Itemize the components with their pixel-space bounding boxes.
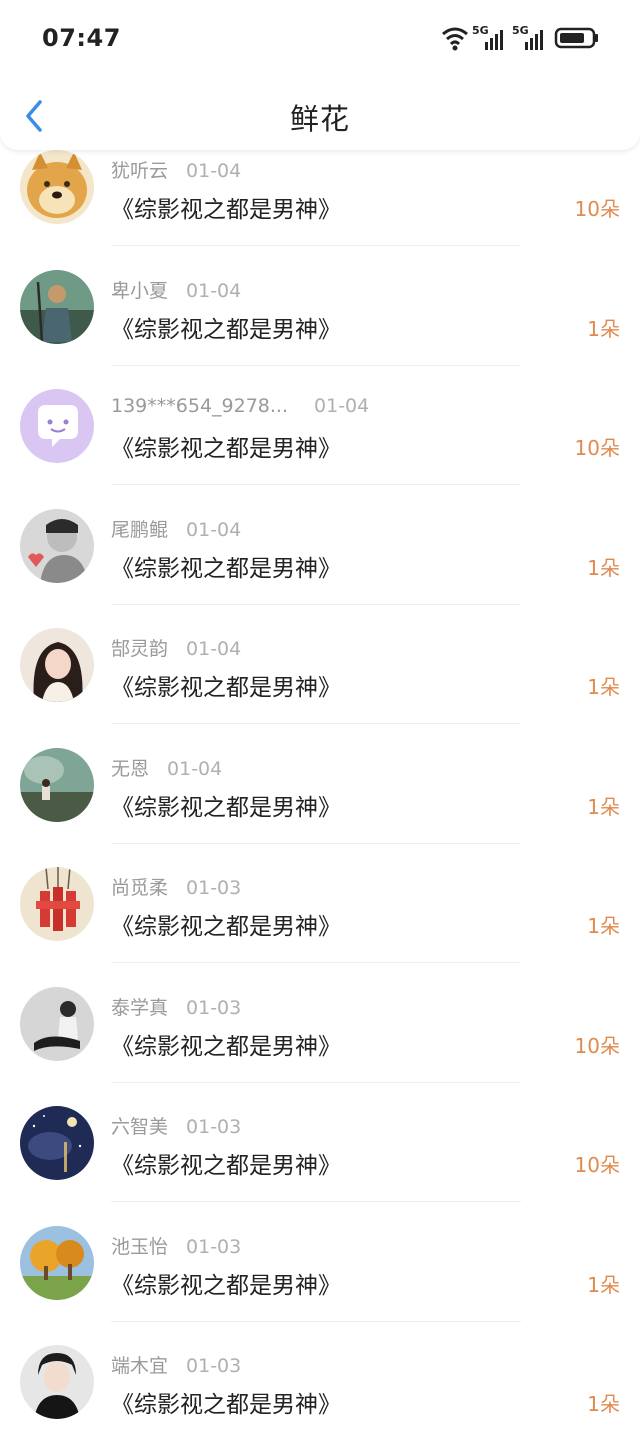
girl-avatar-icon xyxy=(20,628,94,702)
sender-name: 卑小夏 xyxy=(111,279,169,302)
sender-name: 139***654_9278... xyxy=(111,395,289,417)
gift-date: 01-04 xyxy=(314,395,370,417)
avatar[interactable] xyxy=(20,628,94,702)
gift-date: 01-03 xyxy=(186,1235,242,1258)
book-title: 《综影视之都是男神》 xyxy=(111,197,341,223)
list-item[interactable]: 池玉怡 01-03 《综影视之都是男神》 1朵 xyxy=(0,1202,640,1322)
book-title: 《综影视之都是男神》 xyxy=(111,1033,341,1060)
scenery-avatar-icon xyxy=(20,747,94,822)
book-title: 《综影视之都是男神》 xyxy=(111,794,341,821)
status-time: 07:47 xyxy=(42,24,121,52)
gift-date: 01-04 xyxy=(186,279,242,302)
sender-meta: 尚觅柔 01-03 xyxy=(111,873,241,900)
book-title: 《综影视之都是男神》 xyxy=(111,1272,341,1299)
sender-meta: 卑小夏 01-04 xyxy=(111,276,241,303)
battery-icon xyxy=(554,27,598,49)
sender-meta: 无恩 01-04 xyxy=(111,754,222,781)
list-item[interactable]: 卑小夏 01-04 《综影视之都是男神》 1朵 xyxy=(0,246,640,366)
nav-bar: 鲜花 xyxy=(0,78,640,150)
book-title: 《综影视之都是男神》 xyxy=(111,555,341,582)
gift-date: 01-03 xyxy=(186,1116,242,1138)
flower-count: 10朵 xyxy=(574,436,620,460)
flower-count: 1朵 xyxy=(587,914,620,938)
boy-portrait-avatar-icon xyxy=(20,1345,94,1419)
chat-bubble-avatar-icon xyxy=(20,389,94,463)
avatar[interactable] xyxy=(20,747,94,822)
avatar[interactable] xyxy=(20,986,94,1061)
sender-meta: 139***654_9278... 01-04 xyxy=(111,395,369,417)
autumn-tree-avatar-icon xyxy=(20,1225,94,1300)
sender-meta: 泰学真 01-03 xyxy=(111,993,241,1020)
flower-count: 1朵 xyxy=(587,1272,620,1297)
sender-meta: 池玉怡 01-03 xyxy=(111,1232,241,1259)
list-item[interactable]: 无恩 01-04 《综影视之都是男神》 1朵 xyxy=(0,724,640,844)
signal-icon xyxy=(485,30,503,50)
sender-name: 郜灵韵 xyxy=(111,638,169,660)
flower-count: 1朵 xyxy=(587,675,620,699)
flower-count: 1朵 xyxy=(587,316,620,341)
flower-count: 1朵 xyxy=(587,555,620,580)
list-item[interactable]: 六智美 01-03 《综影视之都是男神》 10朵 xyxy=(0,1082,640,1202)
wifi-icon xyxy=(442,27,468,51)
flower-count: 1朵 xyxy=(587,1392,620,1416)
list-item[interactable]: 端木宜 01-03 《综影视之都是男神》 1朵 xyxy=(0,1321,640,1441)
red-knot-avatar-icon xyxy=(20,867,94,941)
list-item[interactable]: 泰学真 01-03 《综影视之都是男神》 10朵 xyxy=(0,963,640,1083)
sender-name: 尚觅柔 xyxy=(111,877,169,899)
flower-count: 10朵 xyxy=(574,1153,620,1177)
sender-name: 泰学真 xyxy=(111,996,169,1019)
sender-name: 犹听云 xyxy=(111,160,169,182)
sender-name: 端木宜 xyxy=(111,1355,169,1377)
gift-date: 01-03 xyxy=(186,877,242,899)
sender-meta: 六智美 01-03 xyxy=(111,1112,241,1139)
flower-count: 10朵 xyxy=(574,1033,620,1058)
list-item[interactable]: 139***654_9278... 01-04 《综影视之都是男神》 10朵 xyxy=(0,365,640,485)
warrior-avatar-icon xyxy=(20,269,94,344)
sender-meta: 犹听云 01-04 xyxy=(111,156,241,183)
avatar[interactable] xyxy=(20,1225,94,1300)
avatar[interactable] xyxy=(20,867,94,941)
sender-name: 六智美 xyxy=(111,1116,169,1138)
avatar[interactable] xyxy=(20,269,94,344)
bw-person-avatar-icon xyxy=(20,986,94,1061)
book-title: 《综影视之都是男神》 xyxy=(111,1153,341,1179)
signal-icon xyxy=(525,30,543,50)
sender-meta: 郜灵韵 01-04 xyxy=(111,634,241,661)
gift-date: 01-03 xyxy=(186,996,242,1019)
flower-count: 10朵 xyxy=(574,197,620,221)
book-title: 《综影视之都是男神》 xyxy=(111,1392,341,1418)
list-item[interactable]: 尾鹏鲲 01-04 《综影视之都是男神》 1朵 xyxy=(0,485,640,605)
book-title: 《综影视之都是男神》 xyxy=(111,675,341,701)
sender-name: 尾鹏鲲 xyxy=(111,518,169,541)
avatar[interactable] xyxy=(20,150,94,224)
avatar[interactable] xyxy=(20,1345,94,1419)
status-bar: 07:47 5G 5G xyxy=(0,0,640,78)
sender-meta: 端木宜 01-03 xyxy=(111,1351,241,1378)
night-sky-avatar-icon xyxy=(20,1106,94,1180)
avatar[interactable] xyxy=(20,508,94,583)
gift-date: 01-04 xyxy=(186,638,242,660)
sender-name: 无恩 xyxy=(111,757,150,780)
flower-count: 1朵 xyxy=(587,794,620,819)
avatar[interactable] xyxy=(20,1106,94,1180)
gift-date: 01-03 xyxy=(186,1355,242,1377)
gift-date: 01-04 xyxy=(186,160,242,182)
page-title: 鲜花 xyxy=(289,102,350,136)
list-item[interactable]: 郜灵韵 01-04 《综影视之都是男神》 1朵 xyxy=(0,604,640,724)
portrait-avatar-icon xyxy=(20,508,94,583)
gift-date: 01-04 xyxy=(186,518,242,541)
sender-meta: 尾鹏鲲 01-04 xyxy=(111,515,241,542)
book-title: 《综影视之都是男神》 xyxy=(111,436,341,462)
avatar[interactable] xyxy=(20,389,94,463)
book-title: 《综影视之都是男神》 xyxy=(111,914,341,940)
doge-avatar-icon xyxy=(20,150,94,224)
list-item[interactable]: 尚觅柔 01-03 《综影视之都是男神》 1朵 xyxy=(0,843,640,963)
gift-date: 01-04 xyxy=(167,757,223,780)
status-icons: 5G 5G xyxy=(440,24,600,52)
sender-name: 池玉怡 xyxy=(111,1235,169,1258)
book-title: 《综影视之都是男神》 xyxy=(111,316,341,343)
app-header: 07:47 5G 5G 鲜花 xyxy=(0,0,640,150)
